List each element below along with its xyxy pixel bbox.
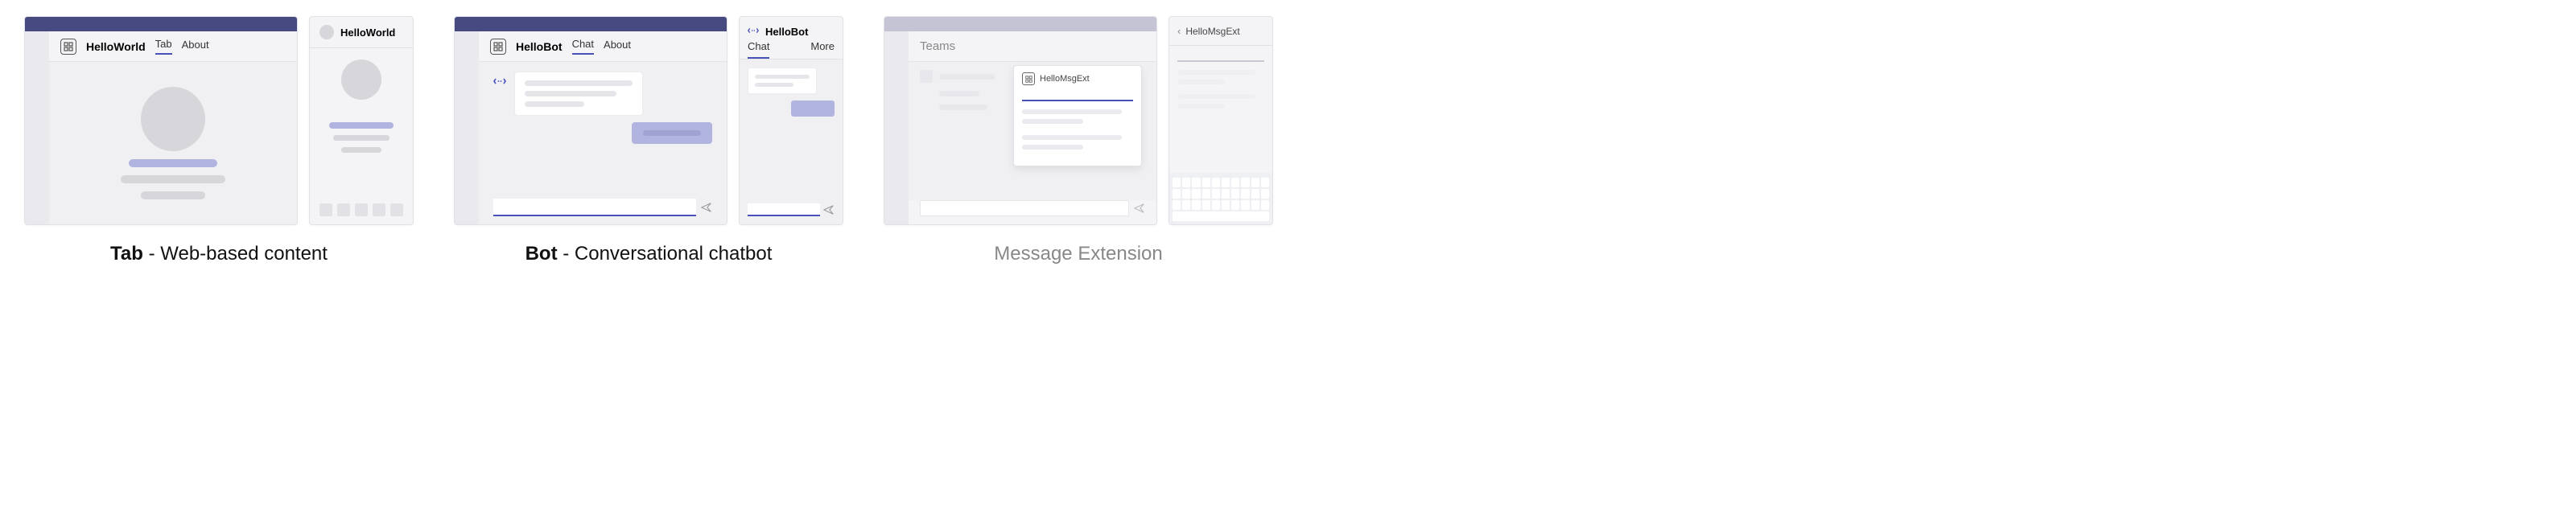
result-line — [1177, 104, 1225, 109]
msgext-mobile-window: ‹ HelloMsgExt — [1168, 16, 1273, 225]
nav-item[interactable] — [355, 203, 368, 216]
tab-chat[interactable]: Chat — [748, 40, 769, 59]
bot-caption: Bot - Conversational chatbot — [526, 243, 773, 265]
titlebar — [455, 17, 727, 31]
send-icon[interactable] — [1134, 203, 1145, 214]
nav-item[interactable] — [337, 203, 350, 216]
mobile-title: HelloWorld — [340, 27, 395, 39]
tab-header: HelloWorld Tab About — [49, 31, 297, 62]
tab-column: HelloWorld Tab About — [24, 16, 414, 265]
app-rail[interactable] — [25, 31, 49, 224]
bot-icon — [748, 25, 759, 39]
tab-tab[interactable]: Tab — [155, 38, 172, 55]
outgoing-message — [632, 122, 712, 144]
app-icon — [1022, 72, 1035, 85]
result-line — [1022, 145, 1083, 150]
avatar-icon — [319, 25, 334, 39]
mobile-content — [310, 48, 413, 197]
app-name: HelloWorld — [86, 40, 146, 53]
tab-content — [49, 62, 297, 224]
nav-item[interactable] — [319, 203, 332, 216]
msgext-flyout: HelloMsgExt — [1013, 65, 1142, 166]
mobile-header: HelloBot — [740, 17, 843, 40]
text-placeholder — [333, 135, 389, 141]
message-input[interactable] — [493, 199, 696, 216]
tab-about[interactable]: About — [182, 39, 209, 54]
text-placeholder — [141, 191, 205, 199]
result-line — [1022, 119, 1083, 124]
incoming-message — [748, 68, 817, 94]
app-rail[interactable] — [455, 31, 479, 224]
compose-box — [493, 199, 712, 216]
chat-area — [740, 59, 843, 224]
tab-caption: Tab - Web-based content — [110, 243, 328, 265]
app-icon — [490, 39, 506, 55]
chat-area — [479, 62, 727, 224]
channel-area: HelloMsgExt — [909, 62, 1156, 200]
incoming-message — [493, 72, 712, 116]
tab-more[interactable]: More — [810, 40, 835, 59]
app-name: HelloBot — [516, 40, 563, 53]
send-icon[interactable] — [701, 202, 712, 213]
tab-about[interactable]: About — [604, 39, 631, 54]
text-placeholder — [341, 147, 381, 153]
tab-desktop-window: HelloWorld Tab About — [24, 16, 298, 225]
mobile-title: HelloBot — [765, 26, 808, 38]
nav-item[interactable] — [390, 203, 403, 216]
results-area — [1169, 62, 1272, 173]
app-icon — [60, 39, 76, 55]
tab-mobile-window: HelloWorld — [309, 16, 414, 225]
avatar-placeholder — [341, 59, 381, 100]
flyout-title: HelloMsgExt — [1040, 74, 1090, 84]
titlebar — [25, 17, 297, 31]
title-placeholder — [129, 159, 217, 167]
result-line — [1022, 109, 1122, 114]
message-input[interactable] — [748, 203, 820, 216]
outgoing-message — [791, 101, 835, 117]
title-placeholder — [329, 122, 394, 129]
result-line — [1177, 94, 1255, 99]
back-icon[interactable]: ‹ — [1177, 25, 1181, 37]
msgext-caption: Message Extension — [994, 243, 1162, 265]
send-icon[interactable] — [823, 204, 835, 215]
keyboard[interactable] — [1169, 173, 1272, 224]
teams-label: Teams — [920, 39, 955, 53]
bot-mobile-window: HelloBot Chat More — [739, 16, 843, 225]
mobile-bottom-nav[interactable] — [310, 197, 413, 224]
result-line — [1177, 70, 1255, 75]
result-line — [1022, 135, 1122, 140]
nav-item[interactable] — [373, 203, 385, 216]
mobile-title: HelloMsgExt — [1185, 26, 1239, 37]
search-input[interactable] — [1177, 52, 1264, 62]
tab-chat[interactable]: Chat — [572, 38, 594, 55]
mobile-header: ‹ HelloMsgExt — [1169, 17, 1272, 46]
text-placeholder — [121, 175, 225, 183]
mobile-header: HelloWorld — [310, 17, 413, 48]
bot-desktop-window: HelloBot Chat About — [454, 16, 727, 225]
flyout-search-input[interactable] — [1022, 90, 1133, 101]
bot-icon — [493, 72, 508, 90]
msgext-desktop-window: Teams — [884, 16, 1157, 225]
avatar-placeholder — [141, 87, 205, 151]
msgext-column: Teams — [884, 16, 1273, 265]
compose-box — [909, 200, 1156, 224]
app-rail[interactable] — [884, 31, 909, 224]
message-input[interactable] — [920, 200, 1129, 216]
compose-box — [748, 203, 835, 216]
result-line — [1177, 80, 1225, 84]
teams-header: Teams — [909, 31, 1156, 62]
titlebar — [884, 17, 1156, 31]
mobile-tabs: Chat More — [740, 40, 843, 59]
bot-column: HelloBot Chat About — [454, 16, 843, 265]
bot-header: HelloBot Chat About — [479, 31, 727, 62]
